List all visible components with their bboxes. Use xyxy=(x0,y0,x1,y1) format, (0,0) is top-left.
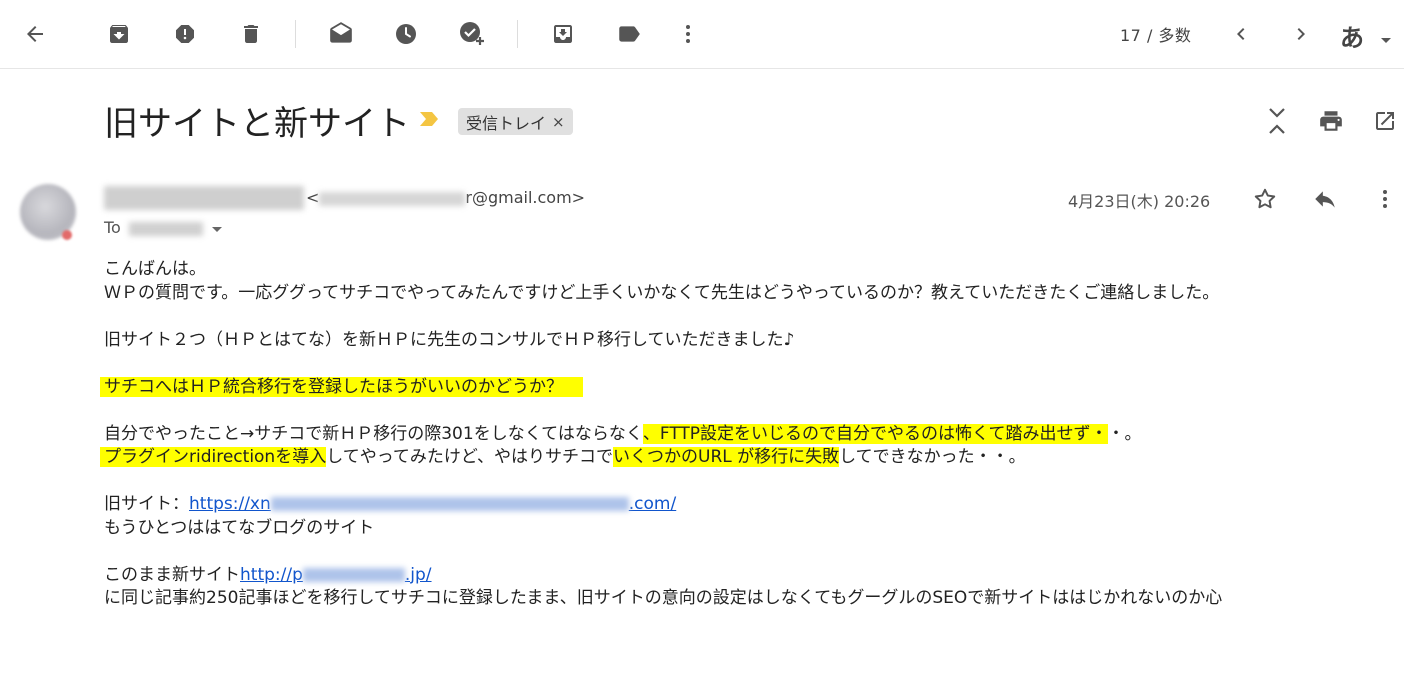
more-vert-icon[interactable] xyxy=(672,18,704,50)
new-site-link-redacted[interactable] xyxy=(302,567,405,582)
email-subject: 旧サイトと新サイト xyxy=(104,104,410,144)
recipient-row: To xyxy=(104,218,223,238)
add-to-tasks-icon[interactable] xyxy=(456,18,488,50)
label-icon[interactable] xyxy=(613,18,645,50)
body-line: に同じ記事約250記事ほどを移行してサチコに登録したまま、旧サイトの意向の設定は… xyxy=(104,588,1223,608)
sender-email-suffix: r@gmail.com> xyxy=(465,188,586,207)
old-site-link-redacted[interactable] xyxy=(270,497,629,511)
toolbar-divider xyxy=(517,20,518,48)
body-line: ＷＰの質問です。一応ググってサチコでやってみたんですけど上手くいかなくて先生はど… xyxy=(104,282,1220,303)
highlighted-question: サチコへはＨＰ統合移行を登録したほうがいいのかどうか？ xyxy=(100,376,583,397)
label-chip-text: 受信トレイ xyxy=(466,113,547,133)
highlighted-text: プラグインridirectionを導入 xyxy=(100,447,327,467)
newer-chevron-icon[interactable] xyxy=(1225,18,1257,50)
input-tools-button[interactable]: あ xyxy=(1340,18,1364,53)
new-site-link-end[interactable]: .jp/ xyxy=(405,565,432,585)
report-spam-icon[interactable] xyxy=(169,18,201,50)
sender-name-redacted xyxy=(104,186,304,210)
importance-marker-icon[interactable] xyxy=(418,110,442,132)
to-label: To xyxy=(104,218,121,237)
label-chip-inbox[interactable]: 受信トレイ × xyxy=(458,108,573,135)
body-line: こんばんは。 xyxy=(104,259,206,279)
body-text-span: 自分でやったこと→サチコで新ＨＰ移行の際301をしなくてはならなく xyxy=(104,423,643,444)
avatar-badge xyxy=(62,230,72,240)
body-text-span: ・。 xyxy=(1107,423,1142,444)
body-line: プラグインridirectionを導入してやってみたけど、やはりサチコでいくつか… xyxy=(100,446,1404,470)
old-site-link[interactable]: https://xn .com/ xyxy=(189,494,676,514)
archive-icon[interactable] xyxy=(103,18,135,50)
open-in-new-window-icon[interactable] xyxy=(1368,104,1402,138)
reply-icon[interactable] xyxy=(1308,182,1342,216)
collapse-all-icon[interactable] xyxy=(1260,104,1294,138)
pager-text: 17 / 多数 xyxy=(1120,26,1192,45)
label-remove-icon[interactable]: × xyxy=(552,113,565,131)
message-more-icon[interactable] xyxy=(1368,182,1402,216)
body-text-span: してできなかった・・。 xyxy=(839,447,1026,467)
body-line: 自分でやったこと→サチコで新ＨＰ移行の際301をしなくてはならなく、FTTP設定… xyxy=(104,423,1404,447)
delete-icon[interactable] xyxy=(235,18,267,50)
body-line: 旧サイト：https://xn .com/ xyxy=(104,493,1404,517)
recipient-redacted xyxy=(128,221,203,236)
back-arrow-icon[interactable] xyxy=(19,18,51,50)
old-site-link-start[interactable]: https://xn xyxy=(189,494,271,514)
body-line: もうひとつははてなブログのサイト xyxy=(104,517,375,538)
new-site-link-start[interactable]: http://p xyxy=(240,565,303,585)
sender-email-redacted xyxy=(319,191,466,206)
body-line: 旧サイト２つ（ＨＰとはてな）を新ＨＰに先生のコンサルでＨＰ移行していただきました… xyxy=(104,329,795,350)
highlighted-text: いくつかのURL が移行に失敗 xyxy=(613,447,840,467)
snooze-icon[interactable] xyxy=(390,18,422,50)
toolbar-divider xyxy=(295,20,296,48)
toolbar: 17 / 多数 あ xyxy=(0,0,1404,69)
show-details-caret-icon[interactable] xyxy=(211,219,223,238)
body-line: サチコへはＨＰ統合移行を登録したほうがいいのかどうか？ xyxy=(100,376,1404,400)
old-site-label: 旧サイト： xyxy=(104,494,189,514)
body-line: このまま新サイトhttp://p .jp/ xyxy=(104,564,1404,588)
mark-unread-icon[interactable] xyxy=(325,18,357,50)
sender-email-prefix: < xyxy=(306,188,320,207)
sender-email: < r@gmail.com> xyxy=(306,188,585,207)
new-site-link[interactable]: http://p .jp/ xyxy=(240,565,432,585)
message-date: 4月23日(木) 20:26 xyxy=(1068,192,1211,211)
new-site-label: このまま新サイト xyxy=(104,564,240,585)
print-icon[interactable] xyxy=(1314,104,1348,138)
older-chevron-icon[interactable] xyxy=(1285,18,1317,50)
message-body: こんばんは。 ＷＰの質問です。一応ググってサチコでやってみたんですけど上手くいか… xyxy=(100,258,1404,611)
old-site-link-end[interactable]: .com/ xyxy=(629,494,676,514)
move-to-icon[interactable] xyxy=(547,18,579,50)
body-text-span: してやってみたけど、やはりサチコで xyxy=(326,447,614,467)
star-icon[interactable] xyxy=(1248,182,1282,216)
highlighted-text: 、FTTP設定をいじるので自分でやるのは怖くて踏み出せず・ xyxy=(642,423,1108,444)
caret-down-icon[interactable] xyxy=(1380,30,1392,49)
